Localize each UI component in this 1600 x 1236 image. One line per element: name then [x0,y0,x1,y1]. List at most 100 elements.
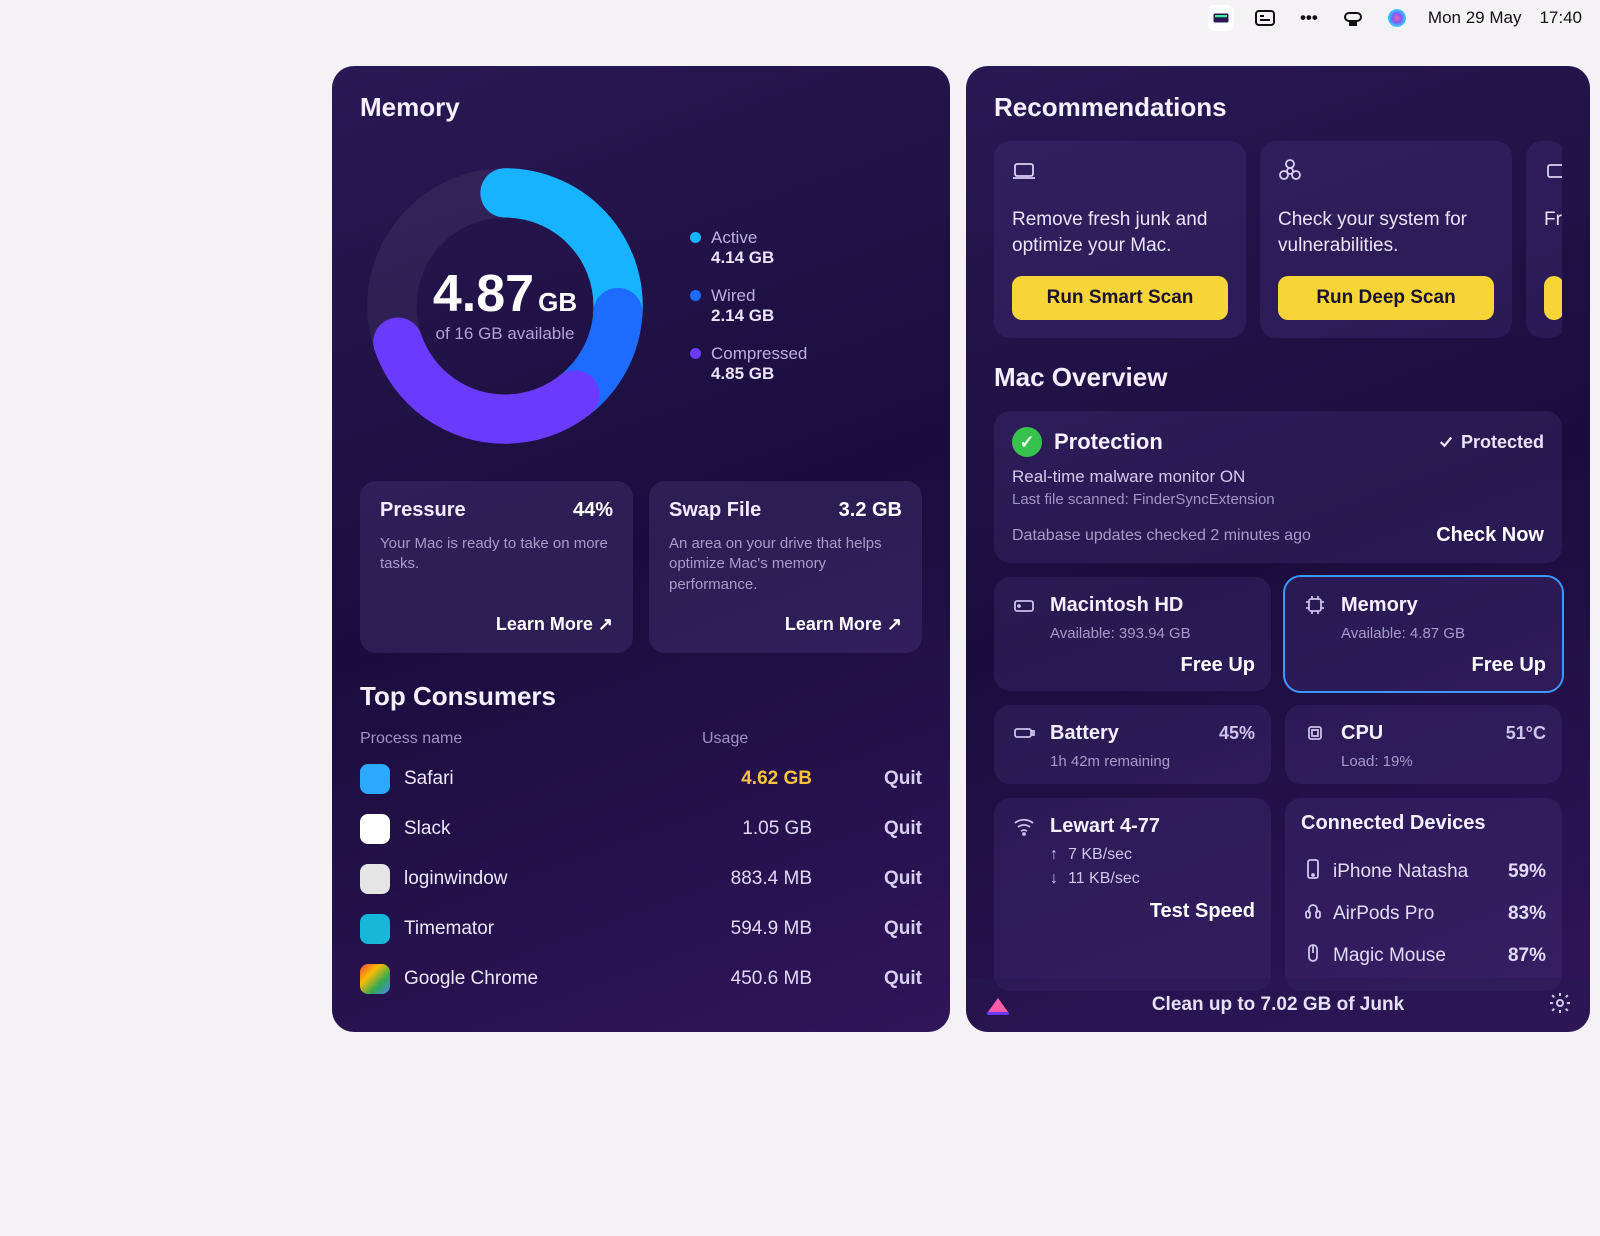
legend-active: Active4.14 GB [690,228,807,268]
swap-learn-more-link[interactable]: Learn More ↗ [669,614,902,635]
process-name: Safari [404,768,702,790]
pressure-title: Pressure [380,499,466,522]
process-name: loginwindow [404,868,702,890]
rec-card-smart-scan: Remove fresh junk and optimize your Mac.… [994,141,1246,338]
memory-panel: Memory 4.87GB of 16 GB available [332,66,950,1032]
cpu-icon [1301,719,1329,747]
table-row: Safari 4.62 GB Quit [360,754,922,804]
footer-clean-text[interactable]: Clean up to 7.02 GB of Junk [1152,994,1404,1016]
quit-button[interactable]: Quit [842,818,922,840]
memory-legend: Active4.14 GB Wired2.14 GB Compressed4.8… [690,228,807,384]
menubar-siri-icon[interactable] [1384,5,1410,31]
process-usage: 594.9 MB [702,918,842,940]
menubar: ••• Mon 29 May 17:40 [1190,0,1600,36]
battery-icon [1010,719,1038,747]
hd-free-up-button[interactable]: Free Up [1010,654,1255,677]
dot-icon [690,232,701,243]
device-name: AirPods Pro [1333,903,1434,925]
pressure-desc: Your Mac is ready to take on more tasks. [380,534,613,602]
pressure-learn-more-link[interactable]: Learn More ↗ [380,614,613,635]
swap-file-card: Swap File 3.2 GB An area on your drive th… [649,481,922,653]
legend-wired: Wired2.14 GB [690,286,807,326]
pressure-card: Pressure 44% Your Mac is ready to take on… [360,481,633,653]
connected-devices-card: Connected Devices iPhone Natasha 59% Air… [1285,798,1562,991]
macintosh-hd-card[interactable]: Macintosh HD Available: 393.94 GB Free U… [994,577,1271,691]
device-icon [1301,941,1323,971]
menubar-icon-dots[interactable]: ••• [1296,5,1322,31]
table-row: loginwindow 883.4 MB Quit [360,854,922,904]
protection-last-scanned: Last file scanned: FinderSyncExtension [1012,491,1544,508]
rec-partial-button[interactable] [1544,276,1562,320]
menubar-date[interactable]: Mon 29 May [1428,8,1522,28]
check-now-button[interactable]: Check Now [1436,524,1544,547]
recommendations-row: Remove fresh junk and optimize your Mac.… [994,141,1562,338]
memory-donut-chart: 4.87GB of 16 GB available [360,161,650,451]
rec-card-partial: Fre… [1526,141,1562,338]
process-usage: 4.62 GB [702,768,842,790]
disk-icon [1010,591,1038,619]
table-row: Slack 1.05 GB Quit [360,804,922,854]
quit-button[interactable]: Quit [842,918,922,940]
device-row: Magic Mouse 87% [1301,935,1546,977]
process-usage: 450.6 MB [702,968,842,990]
device-value: 87% [1508,945,1546,967]
protection-monitor-line: Real-time malware monitor ON [1012,467,1544,487]
device-name: iPhone Natasha [1333,861,1468,883]
swap-value: 3.2 GB [839,499,902,522]
memory-available-unit: GB [538,287,577,317]
protection-title: Protection [1054,429,1163,455]
test-speed-button[interactable]: Test Speed [1010,900,1255,923]
device-icon [1301,899,1323,929]
swap-desc: An area on your drive that helps optimiz… [669,534,902,602]
menubar-time[interactable]: 17:40 [1539,8,1582,28]
process-usage: 1.05 GB [702,818,842,840]
quit-button[interactable]: Quit [842,968,922,990]
shield-ok-icon: ✓ [1012,427,1042,457]
net-up-row: ↑7 KB/sec [1050,846,1255,864]
protected-badge: Protected [1437,432,1544,453]
memory-title: Memory [360,92,922,123]
memory-free-up-button[interactable]: Free Up [1301,654,1546,677]
menubar-icon-3[interactable] [1340,5,1366,31]
protection-card: ✓ Protection Protected Real-time malware… [994,411,1562,563]
network-card[interactable]: Lewart 4-77 ↑7 KB/sec ↓11 KB/sec Test Sp… [994,798,1271,991]
cpu-card[interactable]: CPU51°C Load: 19% [1285,705,1562,784]
process-name: Google Chrome [404,968,702,990]
top-consumers-section: Top Consumers Process name Usage Safari … [360,681,922,1004]
menubar-icon-1[interactable] [1252,5,1278,31]
memory-of-total: of 16 GB available [433,324,577,344]
wifi-icon [1010,812,1038,840]
memory-card-selected[interactable]: Memory Available: 4.87 GB Free Up [1285,577,1562,691]
memory-available-value: 4.87 [433,265,534,323]
device-row: AirPods Pro 83% [1301,893,1546,935]
app-icon [360,764,390,794]
settings-gear-icon[interactable] [1548,991,1572,1020]
table-row: Timemator 594.9 MB Quit [360,904,922,954]
device-name: Magic Mouse [1333,945,1446,967]
menubar-app-icon[interactable] [1208,5,1234,31]
quit-button[interactable]: Quit [842,768,922,790]
rec-card-deep-scan: Check your system for vulnerabilities. R… [1260,141,1512,338]
app-icon [360,814,390,844]
net-down-row: ↓11 KB/sec [1050,870,1255,888]
biohazard-icon [1278,159,1308,189]
dot-icon [690,290,701,301]
run-deep-scan-button[interactable]: Run Deep Scan [1278,276,1494,320]
device-icon [1301,857,1323,887]
run-smart-scan-button[interactable]: Run Smart Scan [1012,276,1228,320]
cleanmymac-icon[interactable] [984,994,1012,1016]
app-icon [360,864,390,894]
app-icon [360,964,390,994]
swap-title: Swap File [669,499,761,522]
battery-card[interactable]: Battery45% 1h 42m remaining [994,705,1271,784]
pressure-value: 44% [573,499,613,522]
device-row: iPhone Natasha 59% [1301,851,1546,893]
top-consumers-title: Top Consumers [360,681,922,712]
chip-icon [1301,591,1329,619]
arrow-down-icon: ↓ [1050,870,1058,888]
table-row: Google Chrome 450.6 MB Quit [360,954,922,1004]
quit-button[interactable]: Quit [842,868,922,890]
consumers-header: Process name Usage [360,730,922,748]
connected-devices-title: Connected Devices [1301,812,1546,835]
laptop-icon [1012,159,1042,189]
